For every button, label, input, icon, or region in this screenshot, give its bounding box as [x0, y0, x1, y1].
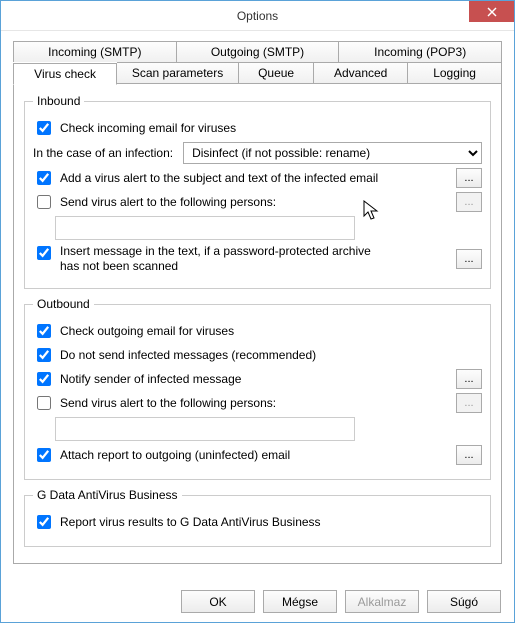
window-title: Options — [237, 9, 278, 23]
tab-advanced[interactable]: Advanced — [314, 62, 408, 84]
input-outbound-persons[interactable] — [55, 417, 355, 441]
tab-row-1: Incoming (SMTP) Outgoing (SMTP) Incoming… — [13, 41, 502, 62]
apply-button[interactable]: Alkalmaz — [345, 590, 419, 613]
button-attach-report-options[interactable]: ... — [456, 445, 482, 465]
dialog-content: Incoming (SMTP) Outgoing (SMTP) Incoming… — [1, 31, 514, 564]
tab-logging[interactable]: Logging — [408, 62, 502, 84]
checkbox-do-not-send[interactable] — [37, 348, 51, 362]
checkbox-notify-sender[interactable] — [37, 372, 51, 386]
label-check-outgoing: Check outgoing email for viruses — [60, 324, 234, 338]
label-outbound-send-alert-persons: Send virus alert to the following person… — [60, 396, 276, 410]
group-gdata: G Data AntiVirus Business Report virus r… — [24, 488, 491, 547]
tab-incoming-pop3[interactable]: Incoming (POP3) — [339, 41, 502, 62]
button-outbound-persons-options[interactable]: ... — [456, 393, 482, 413]
group-gdata-legend: G Data AntiVirus Business — [33, 488, 182, 502]
button-notify-sender-options[interactable]: ... — [456, 369, 482, 389]
button-insert-message-options[interactable]: ... — [456, 249, 482, 269]
tab-queue[interactable]: Queue — [239, 62, 314, 84]
tab-row-2: Virus check Scan parameters Queue Advanc… — [13, 62, 502, 84]
close-icon — [487, 7, 497, 17]
ok-button[interactable]: OK — [181, 590, 255, 613]
label-inbound-send-alert-persons: Send virus alert to the following person… — [60, 195, 276, 209]
checkbox-insert-message[interactable] — [37, 246, 51, 260]
label-report-results: Report virus results to G Data AntiVirus… — [60, 515, 321, 529]
titlebar: Options — [1, 1, 514, 31]
button-add-virus-alert-options[interactable]: ... — [456, 168, 482, 188]
checkbox-check-incoming[interactable] — [37, 121, 51, 135]
tab-outgoing-smtp[interactable]: Outgoing (SMTP) — [177, 41, 340, 62]
group-inbound: Inbound Check incoming email for viruses… — [24, 94, 491, 289]
combo-infection-action[interactable]: Disinfect (if not possible: rename) — [183, 142, 482, 164]
checkbox-add-virus-alert[interactable] — [37, 171, 51, 185]
label-attach-report: Attach report to outgoing (uninfected) e… — [60, 448, 290, 462]
checkbox-report-results[interactable] — [37, 515, 51, 529]
tab-virus-check[interactable]: Virus check — [13, 63, 117, 85]
checkbox-inbound-send-alert-persons[interactable] — [37, 195, 51, 209]
label-check-incoming: Check incoming email for viruses — [60, 121, 236, 135]
button-inbound-persons-options[interactable]: ... — [456, 192, 482, 212]
group-outbound-legend: Outbound — [33, 297, 94, 311]
group-inbound-legend: Inbound — [33, 94, 84, 108]
close-button[interactable] — [469, 1, 514, 22]
tab-panel: Inbound Check incoming email for viruses… — [13, 84, 502, 564]
tab-incoming-smtp[interactable]: Incoming (SMTP) — [13, 41, 177, 62]
label-add-virus-alert: Add a virus alert to the subject and tex… — [60, 171, 378, 185]
checkbox-attach-report[interactable] — [37, 448, 51, 462]
checkbox-outbound-send-alert-persons[interactable] — [37, 396, 51, 410]
label-infection: In the case of an infection: — [33, 146, 173, 160]
tab-scan-parameters[interactable]: Scan parameters — [117, 62, 239, 84]
checkbox-check-outgoing[interactable] — [37, 324, 51, 338]
help-button[interactable]: Súgó — [427, 590, 501, 613]
label-do-not-send: Do not send infected messages (recommend… — [60, 348, 316, 362]
label-insert-message: Insert message in the text, if a passwor… — [60, 244, 380, 274]
group-outbound: Outbound Check outgoing email for viruse… — [24, 297, 491, 480]
input-inbound-persons[interactable] — [55, 216, 355, 240]
cancel-button[interactable]: Mégse — [263, 590, 337, 613]
label-notify-sender: Notify sender of infected message — [60, 372, 241, 386]
button-bar: OK Mégse Alkalmaz Súgó — [181, 590, 501, 613]
